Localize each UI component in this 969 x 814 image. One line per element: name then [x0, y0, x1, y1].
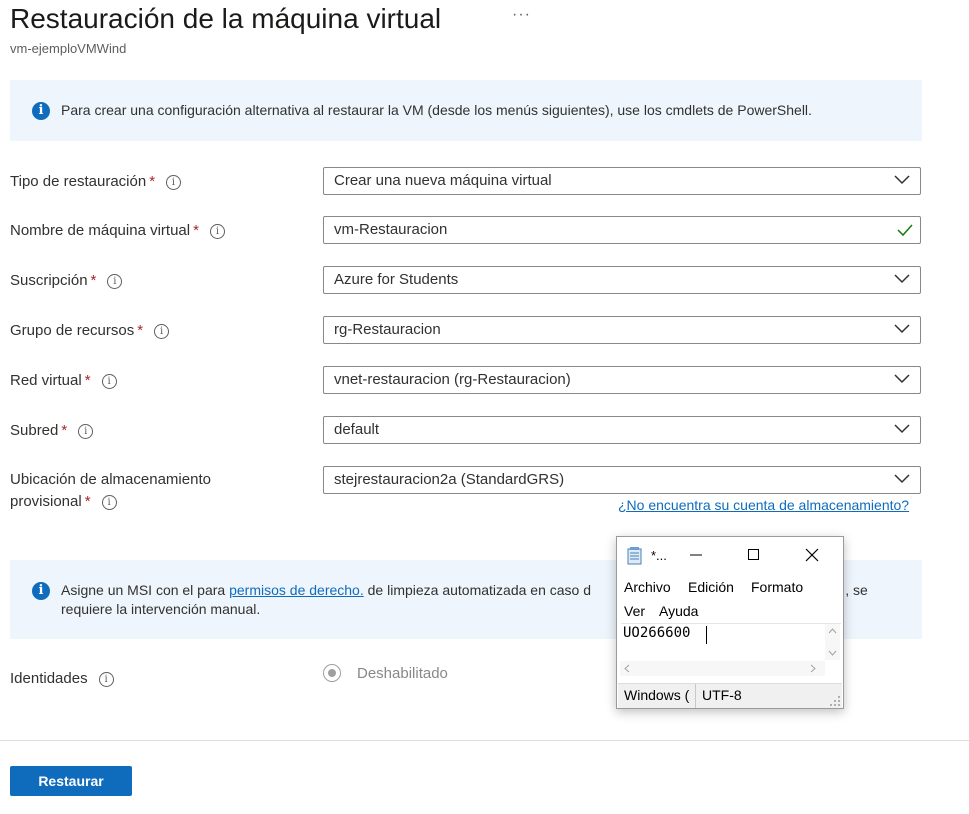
subscription-value: Azure for Students — [334, 271, 459, 288]
page-title: Restauración de la máquina virtual — [10, 3, 442, 34]
footer-divider — [0, 740, 969, 741]
chevron-down-icon — [894, 424, 910, 434]
status-line-ending: Windows ( — [624, 687, 690, 703]
notepad-status-bar: Windows ( UTF-8 — [618, 683, 842, 708]
resource-group-value: rg-Restauracion — [334, 321, 441, 338]
identities-label: Identidades i — [10, 668, 114, 690]
resize-grip-icon[interactable] — [829, 695, 841, 707]
resource-group-dropdown[interactable]: rg-Restauracion — [323, 316, 921, 344]
vm-name-value: vm-Restauracion — [334, 221, 448, 238]
permissions-link[interactable]: permisos de derecho. — [229, 582, 364, 598]
notepad-title: *... — [651, 548, 667, 563]
status-separator — [695, 684, 696, 708]
radio-selected-dot — [328, 669, 336, 677]
required-marker: * — [84, 493, 91, 510]
vm-name-label: Nombre de máquina virtual * i — [10, 220, 225, 242]
identities-disabled-label: Deshabilitado — [357, 665, 448, 682]
required-marker: * — [61, 422, 68, 439]
info-tooltip-icon[interactable]: i — [166, 175, 182, 190]
status-encoding: UTF-8 — [702, 687, 742, 703]
minimize-icon[interactable] — [687, 546, 705, 564]
vnet-value: vnet-restauracion (rg-Restauracion) — [334, 371, 571, 388]
chevron-down-icon — [894, 175, 910, 185]
menu-ayuda[interactable]: Ayuda — [659, 603, 698, 619]
subnet-dropdown[interactable]: default — [323, 416, 921, 444]
menu-edicion[interactable]: Edición — [688, 579, 734, 595]
maximize-icon[interactable] — [748, 549, 759, 560]
info-tooltip-icon[interactable]: i — [107, 274, 123, 289]
horizontal-scrollbar[interactable] — [620, 661, 825, 676]
vnet-label: Red virtual * i — [10, 370, 117, 392]
restore-type-value: Crear una nueva máquina virtual — [334, 172, 552, 189]
subscription-label: Suscripción * i — [10, 270, 123, 292]
subnet-label: Subred * i — [10, 420, 94, 442]
chevron-down-icon — [894, 374, 910, 384]
msi-banner-text-line1: Asigne un MSI con el para permisos de de… — [61, 582, 591, 598]
storage-dropdown[interactable]: stejrestauracion2a (StandardGRS) — [323, 466, 921, 494]
info-tooltip-icon[interactable]: i — [101, 495, 117, 510]
info-banner-text: Para crear una configuración alternativa… — [61, 102, 812, 118]
required-marker: * — [84, 372, 91, 389]
info-banner: i Para crear una configuración alternati… — [10, 80, 922, 141]
notepad-content: UO266600 — [623, 625, 691, 641]
required-marker: * — [149, 173, 156, 190]
storage-help-link[interactable]: ¿No encuentra su cuenta de almacenamient… — [618, 497, 909, 513]
required-marker: * — [193, 222, 199, 239]
storage-value: stejrestauracion2a (StandardGRS) — [334, 471, 565, 488]
more-options-button[interactable]: ··· — [512, 6, 531, 24]
restore-button[interactable]: Restaurar — [10, 766, 132, 796]
info-icon: i — [32, 582, 50, 600]
chevron-down-icon — [894, 324, 910, 334]
menu-archivo[interactable]: Archivo — [624, 579, 671, 595]
info-tooltip-icon[interactable]: i — [209, 224, 225, 239]
vertical-scrollbar[interactable] — [825, 624, 840, 660]
restore-type-label: Tipo de restauración * i — [10, 171, 182, 193]
subscription-dropdown[interactable]: Azure for Students — [323, 266, 921, 294]
chevron-down-icon — [894, 274, 910, 284]
vnet-dropdown[interactable]: vnet-restauracion (rg-Restauracion) — [323, 366, 921, 394]
info-icon: i — [32, 102, 50, 120]
resource-group-label: Grupo de recursos * i — [10, 320, 170, 342]
restore-type-dropdown[interactable]: Crear una nueva máquina virtual — [323, 167, 921, 195]
chevron-down-icon — [894, 474, 910, 484]
page-subtitle: vm-ejemploVMWind — [10, 41, 127, 56]
subnet-value: default — [334, 421, 380, 438]
msi-banner-text-line2: requiere la intervención manual. — [61, 601, 261, 617]
menu-formato[interactable]: Formato — [751, 579, 803, 595]
info-tooltip-icon[interactable]: i — [98, 672, 114, 687]
required-marker: * — [90, 272, 97, 289]
info-tooltip-icon[interactable]: i — [154, 324, 170, 339]
storage-label: Ubicación de almacenamiento provisional *… — [10, 471, 211, 510]
text-caret — [706, 626, 707, 644]
required-marker: * — [137, 322, 144, 339]
checkmark-icon — [897, 224, 913, 237]
menu-ver[interactable]: Ver — [624, 603, 645, 619]
vm-name-input[interactable]: vm-Restauracion — [323, 216, 921, 244]
info-tooltip-icon[interactable]: i — [101, 374, 117, 389]
notepad-icon — [627, 547, 642, 565]
notepad-window[interactable]: *... Archivo Edición Formato Ver Ayuda U… — [616, 536, 844, 709]
close-icon[interactable] — [805, 548, 819, 562]
info-tooltip-icon[interactable]: i — [78, 424, 94, 439]
